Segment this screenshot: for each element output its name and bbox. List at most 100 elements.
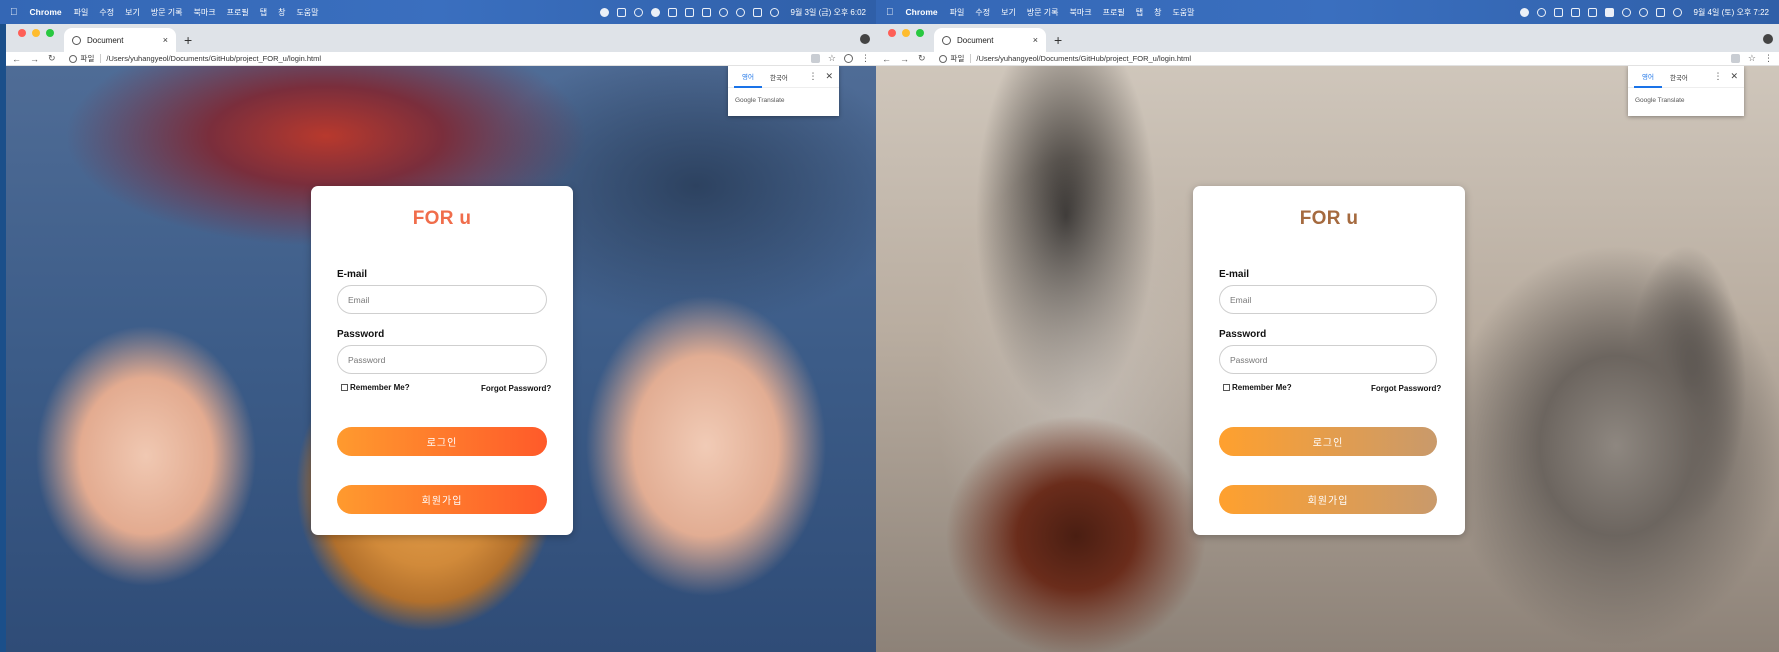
reload-icon[interactable]: ↻ [48, 53, 56, 64]
forgot-password-link[interactable]: Forgot Password? [481, 384, 551, 393]
search-icon[interactable] [735, 7, 745, 17]
browser-menu-icon[interactable]: ⋮ [861, 53, 870, 64]
volume-icon[interactable] [667, 7, 677, 17]
cloud-icon[interactable] [633, 7, 643, 17]
menu-history[interactable]: 방문 기록 [1027, 7, 1059, 18]
tab-search-icon[interactable] [860, 34, 870, 44]
more-options-icon[interactable]: ⋮ [1713, 71, 1722, 82]
menubar-app-name[interactable]: Chrome [30, 7, 62, 17]
control-center-icon[interactable] [752, 7, 762, 17]
url-text[interactable]: /Users/yuhangyeol/Documents/GitHub/proje… [976, 54, 1731, 63]
address-actions: ☆ ⋮ [810, 53, 870, 64]
menu-tab[interactable]: 탭 [1136, 7, 1143, 18]
menu-view[interactable]: 보기 [125, 7, 140, 18]
bluetooth-icon[interactable] [1587, 7, 1597, 17]
siri-icon[interactable] [769, 7, 779, 17]
close-icon[interactable]: ✕ [1730, 71, 1738, 82]
close-window-icon[interactable] [18, 29, 26, 37]
menu-file[interactable]: 파일 [74, 7, 89, 18]
menu-profile[interactable]: 프로필 [1103, 7, 1125, 18]
dark-mode-icon[interactable] [650, 7, 660, 17]
close-icon[interactable]: ✕ [825, 71, 833, 82]
password-input[interactable] [1219, 345, 1437, 374]
menu-bookmarks[interactable]: 북마크 [194, 7, 216, 18]
new-tab-button[interactable]: + [176, 32, 200, 52]
focus-icon[interactable] [1536, 7, 1546, 17]
tab-search-icon[interactable] [1763, 34, 1773, 44]
password-input[interactable] [337, 345, 547, 374]
back-arrow-icon[interactable]: ← [882, 54, 891, 64]
translate-icon[interactable] [810, 54, 820, 63]
menu-window[interactable]: 창 [278, 7, 285, 18]
bookmark-star-icon[interactable]: ☆ [1748, 53, 1756, 64]
new-tab-button[interactable]: + [1046, 32, 1070, 52]
menu-window[interactable]: 창 [1154, 7, 1161, 18]
menu-profile[interactable]: 프로필 [227, 7, 249, 18]
translate-lang-english[interactable]: 영어 [1634, 66, 1662, 88]
keyboard-input-icon[interactable] [684, 7, 694, 17]
menu-view[interactable]: 보기 [1001, 7, 1016, 18]
checkbox-icon[interactable] [1223, 384, 1230, 391]
menubar-app-name[interactable]: Chrome [906, 7, 938, 17]
siri-icon[interactable] [1672, 7, 1682, 17]
url-text[interactable]: /Users/yuhangyeol/Documents/GitHub/proje… [106, 54, 811, 63]
menu-tab[interactable]: 탭 [260, 7, 267, 18]
browser-menu-icon[interactable]: ⋮ [1764, 53, 1773, 64]
signup-button[interactable]: 회원가입 [1219, 485, 1437, 514]
fullscreen-window-icon[interactable] [916, 29, 924, 37]
bluetooth-icon[interactable] [701, 7, 711, 17]
reload-icon[interactable]: ↻ [918, 53, 926, 64]
forward-arrow-icon[interactable]: → [30, 54, 39, 64]
apple-icon[interactable]:  [10, 7, 18, 18]
translate-lang-korean[interactable]: 한국어 [1662, 66, 1696, 88]
menubar-clock[interactable]: 9월 3일 (금) 오후 6:02 [791, 7, 867, 18]
menu-file[interactable]: 파일 [950, 7, 965, 18]
signup-button[interactable]: 회원가입 [337, 485, 547, 514]
menu-help[interactable]: 도움말 [1172, 7, 1194, 18]
control-center-icon[interactable] [1655, 7, 1665, 17]
remember-me-checkbox[interactable]: Remember Me? [341, 383, 410, 392]
profile-icon[interactable] [844, 54, 853, 63]
minimize-window-icon[interactable] [902, 29, 910, 37]
battery-icon[interactable] [1604, 7, 1614, 17]
menu-history[interactable]: 방문 기록 [151, 7, 183, 18]
login-button[interactable]: 로그인 [337, 427, 547, 456]
wifi-icon[interactable] [718, 7, 728, 17]
app-status-icon[interactable] [616, 7, 626, 17]
browser-tab[interactable]: Document × [934, 28, 1046, 52]
google-translate-popup: 영어 한국어 ⋮ ✕ Google Translate [728, 66, 839, 116]
checkbox-icon[interactable] [341, 384, 348, 391]
email-input[interactable] [337, 285, 547, 314]
menu-help[interactable]: 도움말 [296, 7, 318, 18]
record-icon[interactable] [599, 7, 609, 17]
wifi-icon[interactable] [1621, 7, 1631, 17]
fullscreen-window-icon[interactable] [46, 29, 54, 37]
site-info-icon[interactable] [938, 54, 947, 63]
menu-bookmarks[interactable]: 북마크 [1070, 7, 1092, 18]
back-arrow-icon[interactable]: ← [12, 54, 21, 64]
translate-lang-korean[interactable]: 한국어 [762, 66, 796, 88]
menu-edit[interactable]: 수정 [99, 7, 114, 18]
close-window-icon[interactable] [888, 29, 896, 37]
tab-close-icon[interactable]: × [163, 35, 168, 45]
menu-edit[interactable]: 수정 [975, 7, 990, 18]
keyboard-input-icon[interactable] [1553, 7, 1563, 17]
bookmark-star-icon[interactable]: ☆ [828, 53, 836, 64]
login-button[interactable]: 로그인 [1219, 427, 1437, 456]
remember-me-checkbox[interactable]: Remember Me? [1223, 383, 1292, 392]
search-icon[interactable] [1638, 7, 1648, 17]
more-options-icon[interactable]: ⋮ [808, 71, 817, 82]
apple-icon[interactable]:  [886, 7, 894, 18]
site-info-icon[interactable] [68, 54, 77, 63]
forward-arrow-icon[interactable]: → [900, 54, 909, 64]
menubar-clock[interactable]: 9월 4일 (토) 오후 7:22 [1694, 7, 1770, 18]
volume-icon[interactable] [1570, 7, 1580, 17]
forgot-password-link[interactable]: Forgot Password? [1371, 384, 1441, 393]
browser-tab[interactable]: Document × [64, 28, 176, 52]
minimize-window-icon[interactable] [32, 29, 40, 37]
tab-close-icon[interactable]: × [1033, 35, 1038, 45]
translate-lang-english[interactable]: 영어 [734, 66, 762, 88]
translate-icon[interactable] [1730, 54, 1740, 63]
email-input[interactable] [1219, 285, 1437, 314]
dark-mode-icon[interactable] [1519, 7, 1529, 17]
